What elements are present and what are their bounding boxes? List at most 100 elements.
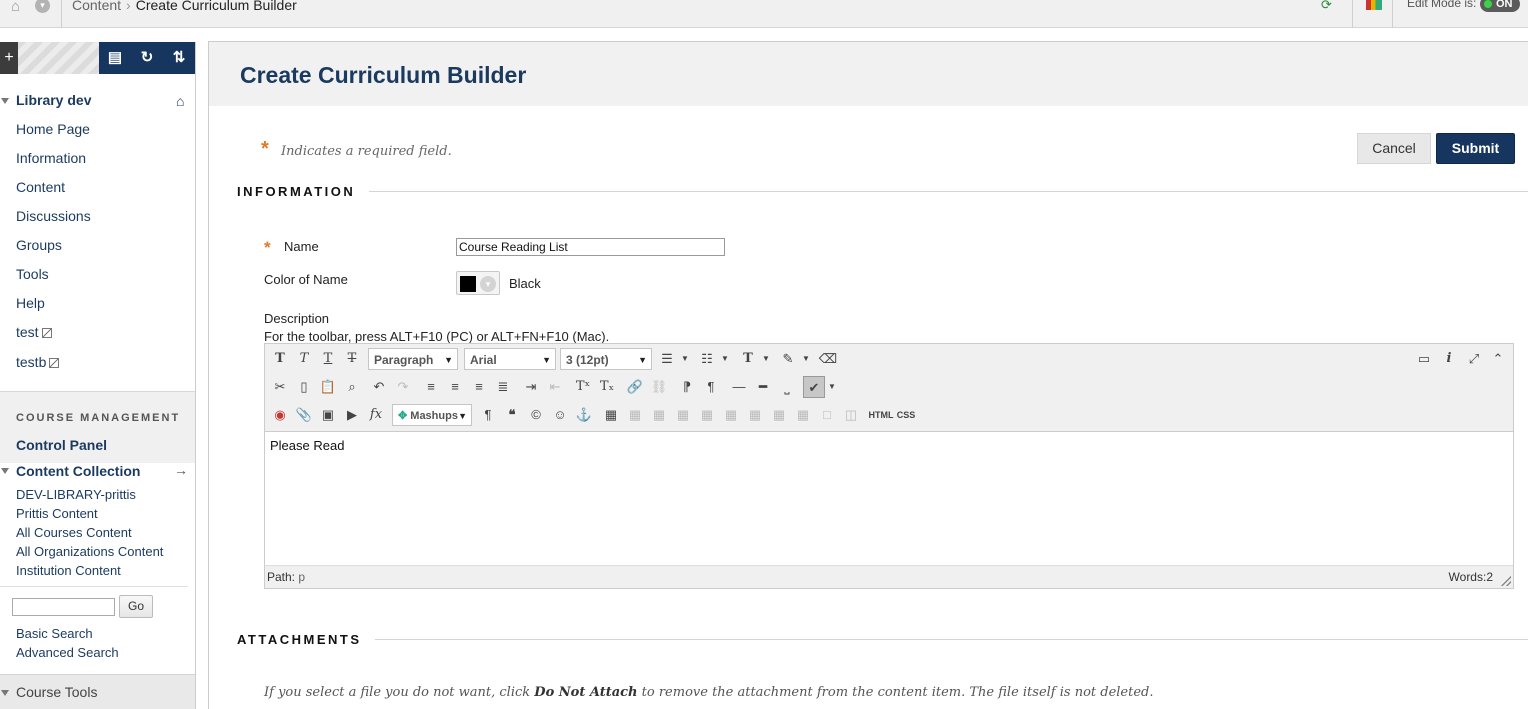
bold-icon[interactable]: T bbox=[269, 348, 291, 370]
color-palette-icon[interactable] bbox=[1366, 0, 1382, 10]
attach-file-icon[interactable]: 📎 bbox=[293, 404, 315, 426]
cancel-button[interactable]: Cancel bbox=[1357, 133, 1431, 164]
chevron-down-icon[interactable]: ▼ bbox=[720, 348, 730, 370]
outdent-icon[interactable]: ⇤ bbox=[544, 376, 566, 398]
menu-chevron-icon[interactable]: ▾ bbox=[35, 0, 50, 13]
merge-cells-icon[interactable]: ◫ bbox=[840, 404, 862, 426]
course-home-icon[interactable]: ⌂ bbox=[176, 93, 184, 109]
underline-icon[interactable]: T bbox=[317, 348, 339, 370]
format-select[interactable]: Paragraph bbox=[368, 348, 458, 371]
record-icon[interactable]: ◉ bbox=[269, 404, 291, 426]
find-icon[interactable]: ⌕ bbox=[341, 376, 363, 398]
numbered-list-icon[interactable]: ☷ bbox=[696, 348, 718, 370]
basic-search-link[interactable]: Basic Search bbox=[16, 626, 93, 641]
blockquote-icon[interactable]: ❝ bbox=[501, 404, 523, 426]
color-picker[interactable]: ▾ bbox=[456, 271, 500, 295]
chevron-down-icon[interactable]: ▼ bbox=[801, 348, 811, 370]
sidebar-item-testb[interactable]: testb bbox=[16, 354, 60, 370]
chevron-down-icon[interactable]: ▼ bbox=[680, 348, 690, 370]
submit-button[interactable]: Submit bbox=[1436, 133, 1515, 164]
fullscreen-icon[interactable]: ⤢ bbox=[1463, 348, 1485, 370]
refresh-status-icon[interactable]: ⟳ bbox=[1321, 0, 1341, 13]
html-source-button[interactable]: HTML bbox=[868, 404, 894, 426]
link-icon[interactable]: 🔗 bbox=[624, 376, 646, 398]
info-icon[interactable]: i bbox=[1438, 348, 1460, 370]
content-collection-item[interactable]: Institution Content bbox=[16, 563, 121, 578]
insert-media-icon[interactable]: ▶ bbox=[341, 404, 363, 426]
cut-icon[interactable]: ✂ bbox=[269, 376, 291, 398]
horizontal-rule-icon[interactable]: — bbox=[728, 376, 750, 398]
advanced-search-link[interactable]: Advanced Search bbox=[16, 645, 119, 660]
align-right-icon[interactable]: ≡ bbox=[468, 376, 490, 398]
chevron-down-icon[interactable]: ▼ bbox=[761, 348, 771, 370]
breadcrumb-content-link[interactable]: Content bbox=[72, 0, 121, 13]
chevron-down-icon[interactable]: ▼ bbox=[827, 376, 837, 398]
ltr-icon[interactable]: ⁋ bbox=[676, 376, 698, 398]
copy-icon[interactable]: ▯ bbox=[293, 376, 315, 398]
sidebar-item-tools[interactable]: Tools bbox=[16, 266, 49, 282]
name-field[interactable] bbox=[456, 238, 725, 256]
split-cells-icon[interactable]: □ bbox=[816, 404, 838, 426]
content-collection-item[interactable]: All Organizations Content bbox=[16, 544, 163, 559]
editor-content[interactable]: Please Read bbox=[270, 438, 344, 453]
add-menu-item-button[interactable]: + bbox=[0, 42, 18, 74]
nonbreaking-space-icon[interactable]: ⎵ bbox=[776, 376, 798, 398]
justify-icon[interactable]: ≣ bbox=[492, 376, 514, 398]
paste-icon[interactable]: 📋 bbox=[317, 376, 339, 398]
delete-col-icon[interactable]: ▦ bbox=[792, 404, 814, 426]
unlink-icon[interactable]: ⛓ bbox=[648, 376, 670, 398]
edit-mode-toggle[interactable]: ON bbox=[1480, 0, 1520, 12]
bullet-list-icon[interactable]: ☰ bbox=[656, 348, 678, 370]
sidebar-search-input[interactable] bbox=[12, 598, 115, 616]
sidebar-item-groups[interactable]: Groups bbox=[16, 237, 62, 253]
collapse-toolbar-icon[interactable]: ⌃ bbox=[1487, 348, 1509, 370]
folder-view-icon[interactable]: ▤ bbox=[99, 42, 131, 74]
sidebar-item-test[interactable]: test bbox=[16, 324, 52, 340]
refresh-icon[interactable]: ↻ bbox=[131, 42, 163, 74]
font-size-select[interactable]: 3 (12pt) bbox=[560, 348, 652, 371]
sidebar-item-help[interactable]: Help bbox=[16, 295, 45, 311]
redo-icon[interactable]: ↷ bbox=[392, 376, 414, 398]
undo-icon[interactable]: ↶ bbox=[368, 376, 390, 398]
emoticon-icon[interactable]: ☺ bbox=[549, 404, 571, 426]
reorder-icon[interactable]: ⇅ bbox=[163, 42, 195, 74]
insert-row-before-icon[interactable]: ▦ bbox=[672, 404, 694, 426]
subscript-icon[interactable]: Tₓ bbox=[596, 376, 618, 398]
sidebar-item-discussions[interactable]: Discussions bbox=[16, 208, 91, 224]
home-icon[interactable]: ⌂ bbox=[11, 0, 20, 15]
sidebar-item-information[interactable]: Information bbox=[16, 150, 86, 166]
collapse-triangle-icon[interactable] bbox=[1, 98, 9, 104]
rtl-icon[interactable]: ¶ bbox=[700, 376, 722, 398]
course-tools-row[interactable]: Course Tools bbox=[0, 674, 195, 709]
control-panel-link[interactable]: Control Panel bbox=[16, 437, 107, 453]
paragraph-mark-icon[interactable]: ¶ bbox=[477, 404, 499, 426]
insert-row-after-icon[interactable]: ▦ bbox=[696, 404, 718, 426]
insert-col-after-icon[interactable]: ▦ bbox=[768, 404, 790, 426]
indent-icon[interactable]: ⇥ bbox=[520, 376, 542, 398]
anchor-icon[interactable]: ⚓ bbox=[573, 404, 595, 426]
eraser-icon[interactable]: ⌫ bbox=[817, 348, 839, 370]
preview-icon[interactable]: ▭ bbox=[1413, 348, 1435, 370]
content-collection-item[interactable]: All Courses Content bbox=[16, 525, 132, 540]
insert-col-before-icon[interactable]: ▦ bbox=[744, 404, 766, 426]
strikethrough-icon[interactable]: T bbox=[341, 348, 363, 370]
superscript-icon[interactable]: Tˣ bbox=[572, 376, 594, 398]
table-cell-props-icon[interactable]: ▦ bbox=[648, 404, 670, 426]
content-collection-item[interactable]: DEV-LIBRARY-prittis bbox=[16, 487, 136, 502]
text-color-icon[interactable]: T bbox=[737, 348, 759, 370]
delete-row-icon[interactable]: ▦ bbox=[720, 404, 742, 426]
thick-rule-icon[interactable]: ━ bbox=[752, 376, 774, 398]
highlight-pen-icon[interactable]: ✎ bbox=[777, 348, 799, 370]
sidebar-item-home-page[interactable]: Home Page bbox=[16, 121, 90, 137]
insert-image-icon[interactable]: ▣ bbox=[317, 404, 339, 426]
italic-icon[interactable]: T bbox=[293, 348, 315, 370]
copyright-icon[interactable]: © bbox=[525, 404, 547, 426]
content-collection-item[interactable]: Prittis Content bbox=[16, 506, 98, 521]
equation-icon[interactable]: fx bbox=[365, 404, 387, 426]
font-family-select[interactable]: Arial bbox=[464, 348, 556, 371]
insert-table-icon[interactable]: ▦ bbox=[600, 404, 622, 426]
table-row-props-icon[interactable]: ▦ bbox=[624, 404, 646, 426]
go-button[interactable]: Go bbox=[119, 595, 153, 618]
collapse-triangle-icon[interactable] bbox=[1, 468, 9, 474]
resize-handle-icon[interactable] bbox=[1501, 576, 1511, 586]
